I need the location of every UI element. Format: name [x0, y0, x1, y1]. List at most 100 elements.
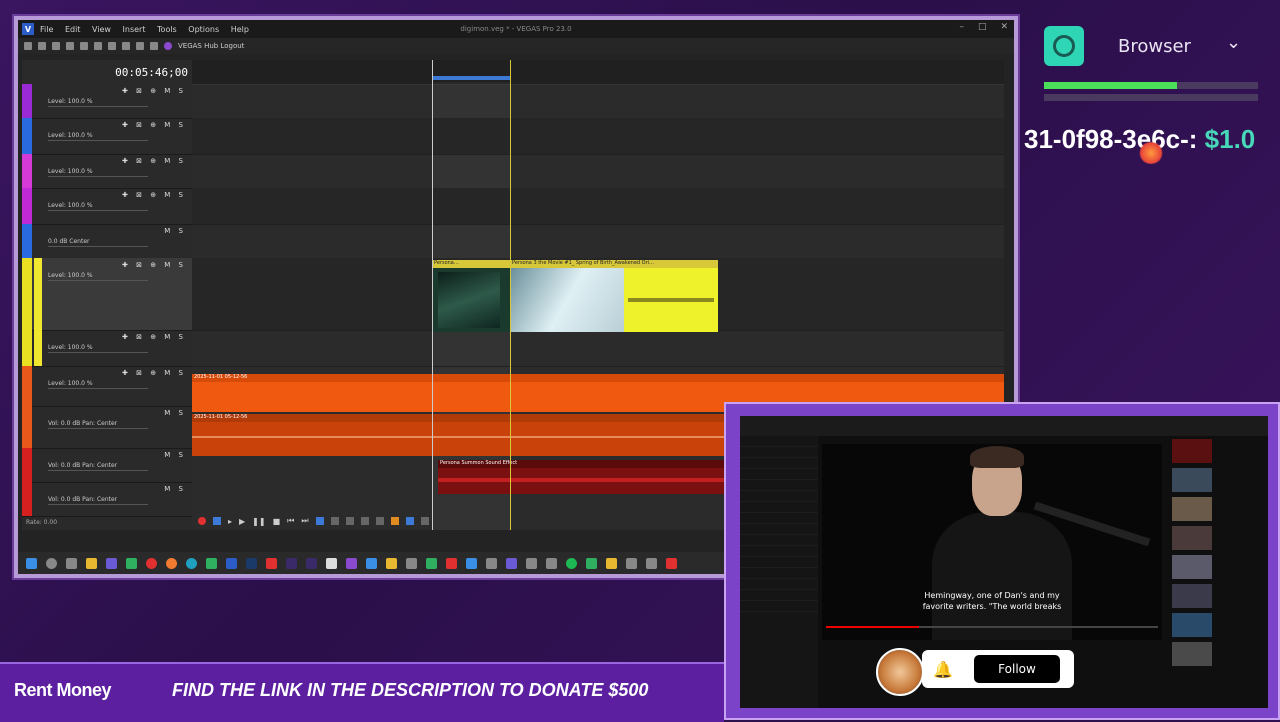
- menu-insert[interactable]: Insert: [123, 25, 146, 34]
- app-icon[interactable]: [386, 557, 397, 569]
- stop-icon[interactable]: ■: [273, 517, 281, 526]
- app-icon[interactable]: [666, 557, 677, 569]
- pause-icon[interactable]: ❚❚: [252, 517, 265, 526]
- track-level-slider[interactable]: [48, 428, 148, 429]
- bell-icon[interactable]: 🔔: [928, 654, 958, 684]
- track-level-slider[interactable]: [48, 504, 148, 505]
- play-from-start-icon[interactable]: ▸: [228, 517, 232, 526]
- sidebar-item[interactable]: [740, 469, 818, 480]
- marker-icon[interactable]: [390, 517, 399, 525]
- sidebar-item[interactable]: [740, 579, 818, 590]
- menu-tools[interactable]: Tools: [157, 25, 177, 34]
- snap-icon[interactable]: [405, 517, 414, 525]
- recommended-item[interactable]: [1172, 497, 1264, 523]
- track-header[interactable]: ✚ ⊠ ⊕ M S Level: 100.0 %: [22, 366, 192, 407]
- app-icon[interactable]: [586, 557, 597, 569]
- sidebar-item[interactable]: [740, 447, 818, 458]
- edit-tool-icon[interactable]: [315, 517, 324, 525]
- track-level-slider[interactable]: [48, 106, 148, 107]
- sidebar-item[interactable]: [740, 513, 818, 524]
- record-button[interactable]: [1044, 26, 1084, 66]
- app-icon[interactable]: [526, 557, 537, 569]
- track-level-slider[interactable]: [48, 246, 148, 247]
- zoom-tool-icon[interactable]: [345, 517, 354, 525]
- prev-frame-icon[interactable]: ⏮: [287, 516, 294, 526]
- recommended-item[interactable]: [1172, 613, 1264, 639]
- app-icon[interactable]: [646, 557, 657, 569]
- track-level-slider[interactable]: [48, 176, 148, 177]
- timeline-ruler[interactable]: [192, 60, 1004, 85]
- app-icon[interactable]: [406, 557, 417, 569]
- menu-options[interactable]: Options: [188, 25, 219, 34]
- edge-icon[interactable]: [186, 557, 197, 569]
- app-icon[interactable]: [546, 557, 557, 569]
- app-icon[interactable]: [426, 557, 437, 569]
- track-header[interactable]: M S Vol: 0.0 dB Pan: Center: [22, 482, 192, 517]
- track-controls[interactable]: ✚ ⊠ ⊕ M S: [122, 191, 186, 199]
- recommended-item[interactable]: [1172, 584, 1264, 610]
- menu-view[interactable]: View: [92, 25, 111, 34]
- record-icon[interactable]: [198, 517, 206, 525]
- next-frame-icon[interactable]: ⏭: [301, 516, 308, 526]
- track-level-slider[interactable]: [48, 388, 148, 389]
- recommended-item[interactable]: [1172, 439, 1264, 465]
- app-icon[interactable]: [626, 557, 637, 569]
- video-player[interactable]: Hemingway, one of Dan's and my favorite …: [822, 444, 1162, 640]
- photoshop-icon[interactable]: [246, 557, 257, 569]
- task-view-icon[interactable]: [66, 557, 77, 569]
- track-level-slider[interactable]: [48, 140, 148, 141]
- grid-icon[interactable]: [420, 517, 429, 525]
- sidebar-item[interactable]: [740, 557, 818, 568]
- sidebar-item[interactable]: [740, 436, 818, 447]
- app-icon[interactable]: [446, 557, 457, 569]
- app-icon[interactable]: [366, 557, 377, 569]
- copy-icon[interactable]: [108, 42, 116, 50]
- vegas-task-icon[interactable]: [226, 557, 237, 569]
- paste-icon[interactable]: [122, 42, 130, 50]
- sidebar-item[interactable]: [740, 535, 818, 546]
- app-icon[interactable]: [146, 557, 157, 569]
- track-level-slider[interactable]: [48, 280, 148, 281]
- menu-edit[interactable]: Edit: [65, 25, 81, 34]
- track-header[interactable]: ✚ ⊠ ⊕ M S Level: 100.0 %: [22, 330, 192, 367]
- maximize-icon[interactable]: □: [978, 22, 987, 32]
- app-icon[interactable]: [126, 557, 137, 569]
- sidebar-item[interactable]: [740, 480, 818, 491]
- track-controls[interactable]: ✚ ⊠ ⊕ M S: [122, 261, 186, 269]
- app-icon[interactable]: [506, 557, 517, 569]
- app-icon[interactable]: [486, 557, 497, 569]
- cut-icon[interactable]: [94, 42, 102, 50]
- app-icon[interactable]: [466, 557, 477, 569]
- track-level-slider[interactable]: [48, 210, 148, 211]
- video-clip[interactable]: Persona 3 the Movie #1_ Spring of Birth_…: [510, 260, 718, 332]
- hub-logout-link[interactable]: VEGAS Hub Logout: [178, 42, 244, 50]
- file-explorer-icon[interactable]: [86, 557, 97, 569]
- sidebar-item[interactable]: [740, 546, 818, 557]
- undo-icon[interactable]: [136, 42, 144, 50]
- sidebar-item[interactable]: [740, 458, 818, 469]
- track-level-slider[interactable]: [48, 352, 148, 353]
- track-header[interactable]: M S 0.0 dB Center: [22, 224, 192, 259]
- search-icon[interactable]: [46, 557, 57, 569]
- track-controls[interactable]: ✚ ⊠ ⊕ M S: [122, 157, 186, 165]
- track-controls[interactable]: ✚ ⊠ ⊕ M S: [122, 121, 186, 129]
- redo-icon[interactable]: [150, 42, 158, 50]
- sidebar-item[interactable]: [740, 502, 818, 513]
- premiere-icon[interactable]: [286, 557, 297, 569]
- recommended-item[interactable]: [1172, 468, 1264, 494]
- track-header[interactable]: ✚ ⊠ ⊕ M S Level: 100.0 %: [22, 118, 192, 155]
- menu-help[interactable]: Help: [231, 25, 249, 34]
- app-icon[interactable]: [606, 557, 617, 569]
- track-header[interactable]: M S Vol: 0.0 dB Pan: Center: [22, 448, 192, 483]
- firefox-icon[interactable]: [166, 557, 177, 569]
- close-icon[interactable]: ✕: [1000, 22, 1008, 32]
- track-header[interactable]: ✚ ⊠ ⊕ M S Level: 100.0 %: [22, 154, 192, 189]
- render-icon[interactable]: [66, 42, 74, 50]
- app-icon[interactable]: [206, 557, 217, 569]
- after-effects-icon[interactable]: [306, 557, 317, 569]
- track-controls[interactable]: ✚ ⊠ ⊕ M S: [122, 369, 186, 377]
- sidebar-item[interactable]: [740, 601, 818, 612]
- track-header[interactable]: ✚ ⊠ ⊕ M S Level: 100.0 %: [22, 188, 192, 225]
- loop-icon[interactable]: [213, 517, 221, 525]
- lock-icon[interactable]: [375, 517, 384, 525]
